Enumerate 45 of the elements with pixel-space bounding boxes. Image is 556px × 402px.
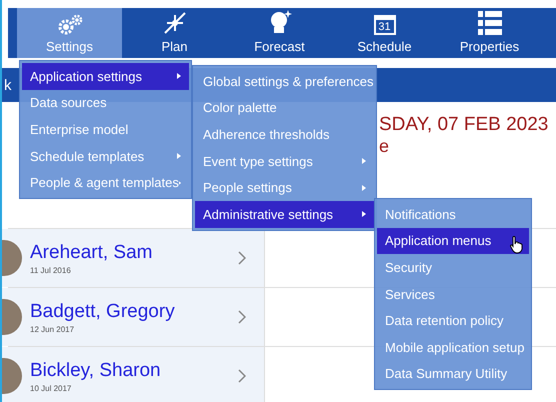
menu-item[interactable]: Adherence thresholds	[195, 121, 374, 148]
nav-tab[interactable]: 31 Schedule	[332, 8, 437, 58]
chevron-right-icon	[238, 369, 246, 383]
menu-item[interactable]: Event type settings	[195, 148, 374, 174]
avatar-placeholder	[2, 358, 22, 394]
menu-item[interactable]: Application settings	[22, 63, 189, 90]
menu-item[interactable]: Data Summary Utility	[377, 360, 529, 388]
menu-item[interactable]: Data retention policy	[377, 307, 529, 334]
report-subheading: e	[379, 136, 390, 157]
avatar-placeholder	[2, 240, 22, 276]
person-row[interactable]: Bickley, Sharon 10 Jul 2017	[2, 347, 265, 402]
breadcrumb-text: k	[3, 76, 12, 94]
menu-item[interactable]: Notifications	[377, 201, 529, 228]
report-heading: SDAY, 07 FEB 2023	[379, 114, 550, 136]
menu-item[interactable]: Security	[377, 254, 529, 281]
person-row[interactable]: Areheart, Sam 11 Jul 2016	[2, 229, 265, 287]
menu-item[interactable]: People & agent templates	[22, 169, 189, 196]
menu-item[interactable]: Administrative settings	[195, 200, 374, 228]
list-icon	[478, 11, 502, 35]
person-name: Bickley, Sharon	[30, 360, 162, 382]
nav-tab[interactable]: Settings	[17, 8, 122, 58]
chevron-right-icon	[238, 251, 246, 265]
menu-item[interactable]: Mobile application setup	[377, 334, 529, 361]
person-name: Areheart, Sam	[30, 242, 154, 264]
nav-tab[interactable]: Properties	[437, 8, 542, 58]
person-row[interactable]: Badgett, Gregory 12 Jun 2017	[2, 288, 265, 346]
calendar-icon: 31	[374, 15, 396, 35]
nav-tab[interactable]: Forecast	[227, 8, 332, 58]
nav-tab[interactable]: Plan	[122, 8, 227, 58]
person-name: Badgett, Gregory	[30, 300, 176, 322]
person-date: 11 Jul 2016	[30, 266, 72, 274]
person-date: 12 Jun 2017	[30, 324, 76, 334]
menu-item[interactable]: People settings	[195, 174, 374, 201]
person-date: 10 Jul 2017	[30, 384, 72, 392]
gears-icon	[56, 13, 84, 35]
menu-item[interactable]: Application menus	[377, 228, 529, 254]
chevron-right-icon	[238, 310, 246, 324]
menu-item[interactable]: Color palette	[195, 94, 374, 122]
menu-item[interactable]: Enterprise model	[22, 116, 189, 143]
menu-item[interactable]: Data sources	[22, 90, 189, 116]
avatar-placeholder	[2, 299, 22, 335]
compass-icon	[162, 11, 188, 35]
menu-item[interactable]: Global settings & preferences	[195, 68, 374, 95]
menu-item[interactable]: Services	[377, 280, 529, 308]
menu-item[interactable]: Schedule templates	[22, 142, 189, 170]
